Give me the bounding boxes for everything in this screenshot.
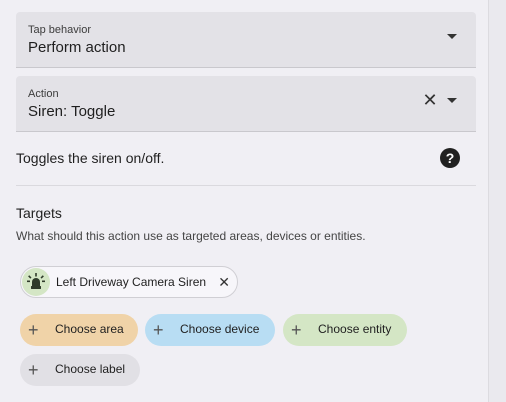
tap-behavior-value: Perform action: [28, 39, 126, 56]
targets-description: What should this action use as targeted …: [16, 229, 366, 243]
target-entity-label: Left Driveway Camera Siren: [56, 275, 207, 289]
choose-entity-button[interactable]: + Choose entity: [283, 314, 407, 346]
plus-icon: +: [28, 320, 39, 340]
siren-icon: [22, 268, 50, 296]
divider: [16, 185, 476, 186]
action-select[interactable]: Action Siren: Toggle ✕: [16, 76, 476, 132]
choose-area-button[interactable]: + Choose area: [20, 314, 138, 346]
choose-area-label: Choose area: [55, 322, 124, 336]
help-icon[interactable]: ?: [440, 148, 460, 168]
choose-device-label: Choose device: [180, 322, 260, 336]
plus-icon: +: [28, 360, 39, 380]
tap-behavior-label: Tap behavior: [28, 24, 91, 36]
chevron-down-icon[interactable]: [447, 34, 457, 39]
tap-behavior-select[interactable]: Tap behavior Perform action: [16, 12, 476, 68]
action-description: Toggles the siren on/off.: [16, 150, 165, 166]
choose-label-button[interactable]: + Choose label: [20, 354, 140, 386]
action-editor-panel: Tap behavior Perform action Action Siren…: [0, 0, 488, 402]
action-value: Siren: Toggle: [28, 103, 116, 120]
targets-title: Targets: [16, 205, 62, 221]
plus-icon: +: [291, 320, 302, 340]
scroll-gutter: [488, 0, 506, 402]
plus-icon: +: [153, 320, 164, 340]
chevron-down-icon[interactable]: [447, 98, 457, 103]
choose-device-button[interactable]: + Choose device: [145, 314, 275, 346]
choose-label-label: Choose label: [55, 362, 126, 376]
remove-target-icon[interactable]: ✕: [218, 274, 230, 290]
clear-icon[interactable]: ✕: [422, 91, 438, 109]
choose-entity-label: Choose entity: [318, 322, 392, 336]
target-entity-chip[interactable]: Left Driveway Camera Siren ✕: [20, 266, 238, 298]
action-label: Action: [28, 88, 59, 100]
